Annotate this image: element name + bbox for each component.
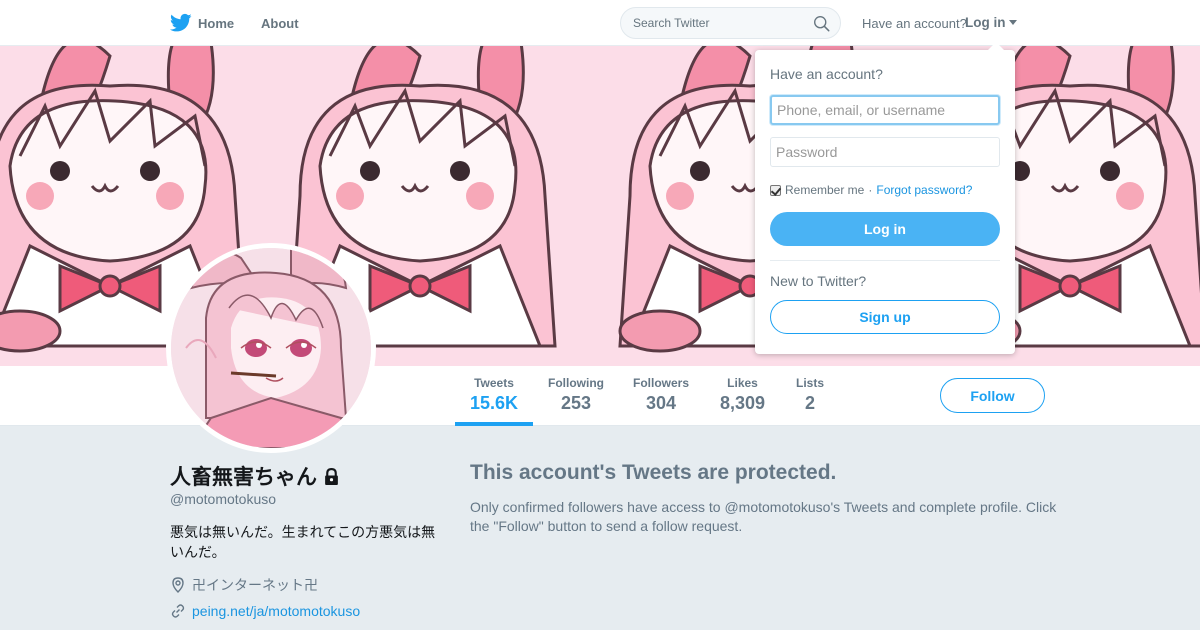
follow-button[interactable]: Follow: [940, 378, 1045, 413]
login-submit-button[interactable]: Log in: [770, 212, 1000, 246]
stat-following[interactable]: Following 253: [544, 376, 608, 414]
nav-home-label: Home: [198, 15, 235, 31]
remember-row: Remember me · Forgot password?: [770, 183, 972, 197]
search-input[interactable]: [633, 8, 813, 38]
avatar-illustration: [171, 248, 371, 448]
username-input[interactable]: [770, 95, 1000, 125]
nav-about-link[interactable]: About: [261, 16, 299, 31]
protected-title: This account's Tweets are protected.: [470, 461, 837, 484]
login-menu-label: Log in: [965, 15, 1006, 30]
password-input[interactable]: [770, 137, 1000, 167]
location-pin-icon: [172, 577, 184, 593]
forgot-password-link[interactable]: Forgot password?: [876, 183, 972, 197]
stat-label: Likes: [727, 376, 758, 390]
nav-home-link[interactable]: Home: [170, 13, 234, 33]
login-dropdown: Have an account? Remember me · Forgot pa…: [755, 42, 1015, 354]
lock-icon: [325, 467, 338, 485]
twitter-bird-icon: [170, 13, 192, 32]
remember-me-checkbox[interactable]: [770, 184, 781, 196]
stat-value: 2: [804, 393, 815, 413]
login-menu-toggle[interactable]: Log in: [965, 15, 1017, 30]
profile-location: 卍インターネット卍: [170, 575, 318, 595]
stat-followers[interactable]: Followers 304: [628, 376, 694, 414]
stat-value: 8,309: [719, 393, 766, 413]
top-navigation: Home About Have an account? Log in: [0, 0, 1200, 46]
remember-me-label[interactable]: Remember me: [785, 183, 864, 197]
profile-name: 人畜無害ちゃん: [170, 461, 340, 491]
stat-value: 15.6K: [469, 393, 519, 413]
search-box: [620, 7, 841, 39]
stat-label: Tweets: [474, 376, 514, 390]
link-icon: [171, 604, 185, 618]
new-to-twitter-text: New to Twitter?: [770, 273, 867, 289]
profile-handle[interactable]: @motomotokuso: [170, 491, 276, 507]
active-tab-indicator: [455, 422, 533, 426]
profile-location-text: 卍インターネット卍: [192, 577, 318, 593]
stat-tweets[interactable]: Tweets 15.6K: [455, 376, 533, 414]
dropdown-divider: [770, 260, 1000, 261]
stat-label: Followers: [632, 376, 689, 390]
stat-label: Lists: [795, 376, 824, 390]
separator-dot: ·: [868, 183, 873, 197]
stat-label: Following: [548, 376, 604, 390]
stat-lists[interactable]: Lists 2: [791, 376, 829, 414]
stat-value: 304: [645, 393, 677, 413]
profile-url[interactable]: peing.net/ja/motomotokuso: [170, 603, 360, 619]
signup-button[interactable]: Sign up: [770, 300, 1000, 334]
stat-likes[interactable]: Likes 8,309: [715, 376, 770, 414]
dropdown-title: Have an account?: [770, 66, 883, 82]
profile-name-text: 人畜無害ちゃん: [170, 466, 317, 489]
caret-down-icon: [1008, 20, 1017, 25]
profile-bio: 悪気は無いんだ。生まれてこの方悪気は無いんだ。: [170, 524, 436, 560]
search-icon[interactable]: [813, 15, 830, 32]
have-account-text: Have an account?: [862, 16, 967, 31]
stat-value: 253: [560, 393, 592, 413]
avatar[interactable]: [166, 243, 376, 453]
profile-url-text[interactable]: peing.net/ja/motomotokuso: [192, 603, 360, 619]
protected-description: Only confirmed followers have access to …: [470, 499, 1057, 534]
